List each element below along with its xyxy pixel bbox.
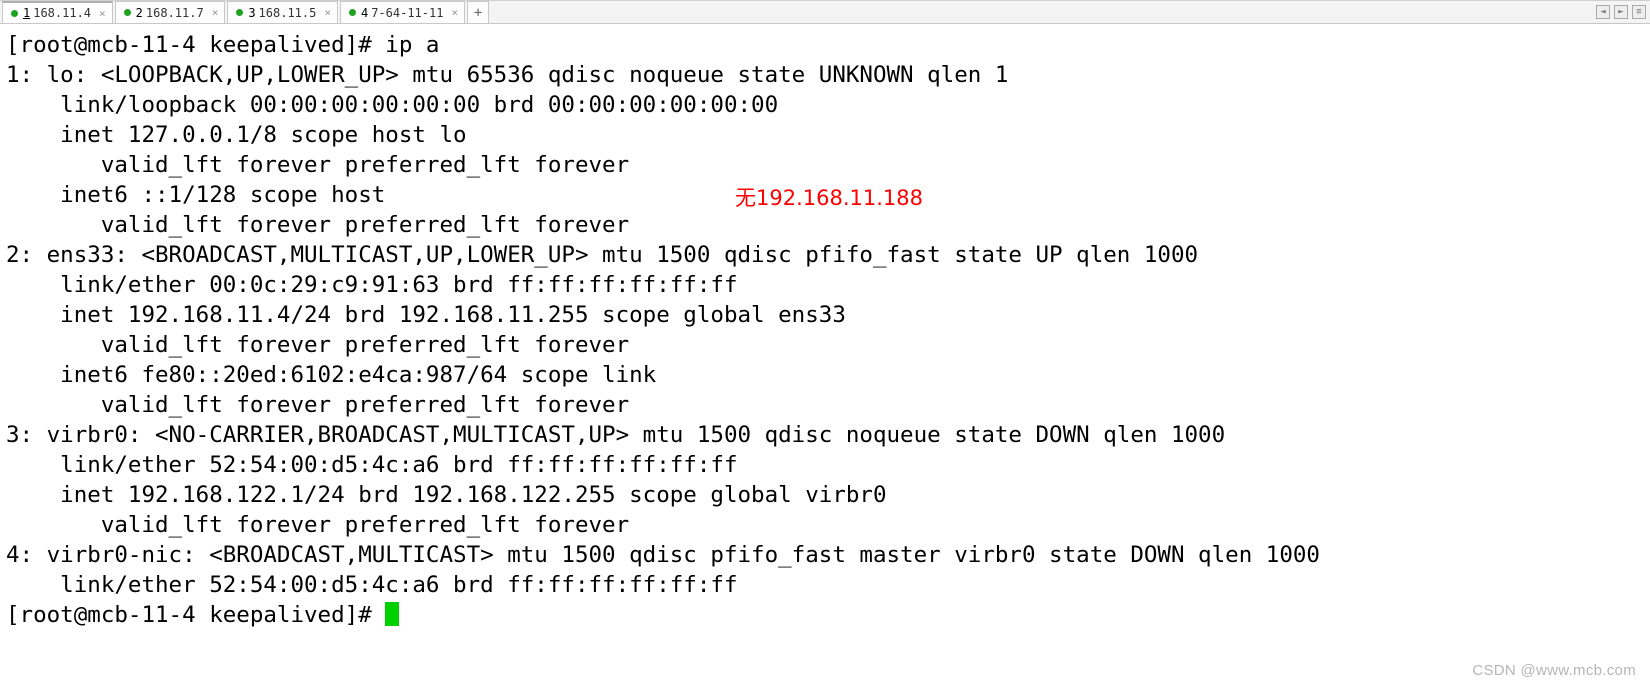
watermark-text: CSDN @www.mcb.com [1472,662,1636,679]
output-line: inet 192.168.11.4/24 brd 192.168.11.255 … [6,302,846,328]
tab-1[interactable]: 1 168.11.4 × [2,1,113,23]
cursor-icon [385,602,399,626]
output-line: link/loopback 00:00:00:00:00:00 brd 00:0… [6,92,778,118]
annotation-text: 无192.168.11.188 [735,182,923,212]
tab-num: 3 [248,6,255,20]
output-line: 1: lo: <LOOPBACK,UP,LOWER_UP> mtu 65536 … [6,62,1008,88]
output-line: valid_lft forever preferred_lft forever [6,332,629,358]
output-line: valid_lft forever preferred_lft forever [6,392,629,418]
output-line: valid_lft forever preferred_lft forever [6,212,629,238]
output-line: 3: virbr0: <NO-CARRIER,BROADCAST,MULTICA… [6,422,1225,448]
prompt-line: [root@mcb-11-4 keepalived]# ip a [6,32,439,58]
status-dot-icon [11,10,18,17]
output-line: inet 192.168.122.1/24 brd 192.168.122.25… [6,482,887,508]
output-line: 4: virbr0-nic: <BROADCAST,MULTICAST> mtu… [6,542,1320,568]
output-line: valid_lft forever preferred_lft forever [6,512,629,538]
output-line: inet6 ::1/128 scope host [6,182,399,208]
tab-4[interactable]: 4 7-64-11-11 × [340,1,465,23]
scroll-left-icon[interactable]: ◄ [1596,5,1610,19]
close-icon[interactable]: × [99,7,106,20]
status-dot-icon [124,9,131,16]
close-icon[interactable]: × [212,6,219,19]
toolbar-right-controls: ◄ ► ≡ [1596,5,1646,19]
tab-label: 168.11.4 [33,6,91,20]
output-line: valid_lft forever preferred_lft forever [6,152,629,178]
terminal-pane[interactable]: [root@mcb-11-4 keepalived]# ip a 1: lo: … [0,24,1650,687]
tab-num: 4 [361,6,368,20]
tab-num: 1 [23,6,30,20]
tab-3[interactable]: 3 168.11.5 × [227,1,338,23]
add-tab-button[interactable]: + [467,1,489,23]
tab-label: 168.11.5 [259,6,317,20]
tab-2[interactable]: 2 168.11.7 × [115,1,226,23]
output-line: inet6 fe80::20ed:6102:e4ca:987/64 scope … [6,362,670,388]
output-line: inet 127.0.0.1/8 scope host lo [6,122,467,148]
status-dot-icon [236,9,243,16]
output-line: link/ether 00:0c:29:c9:91:63 brd ff:ff:f… [6,272,738,298]
close-icon[interactable]: × [324,6,331,19]
status-dot-icon [349,9,356,16]
tab-bar: 1 168.11.4 × 2 168.11.7 × 3 168.11.5 × 4… [0,0,1650,24]
tab-menu-icon[interactable]: ≡ [1632,5,1646,19]
output-line: 2: ens33: <BROADCAST,MULTICAST,UP,LOWER_… [6,242,1198,268]
tab-label: 7-64-11-11 [371,6,443,20]
scroll-right-icon[interactable]: ► [1614,5,1628,19]
tab-label: 168.11.7 [146,6,204,20]
output-line: link/ether 52:54:00:d5:4c:a6 brd ff:ff:f… [6,572,738,598]
tab-num: 2 [136,6,143,20]
prompt-line: [root@mcb-11-4 keepalived]# [6,602,385,628]
terminal-output[interactable]: [root@mcb-11-4 keepalived]# ip a 1: lo: … [0,24,1650,632]
close-icon[interactable]: × [451,6,458,19]
output-line: link/ether 52:54:00:d5:4c:a6 brd ff:ff:f… [6,452,738,478]
